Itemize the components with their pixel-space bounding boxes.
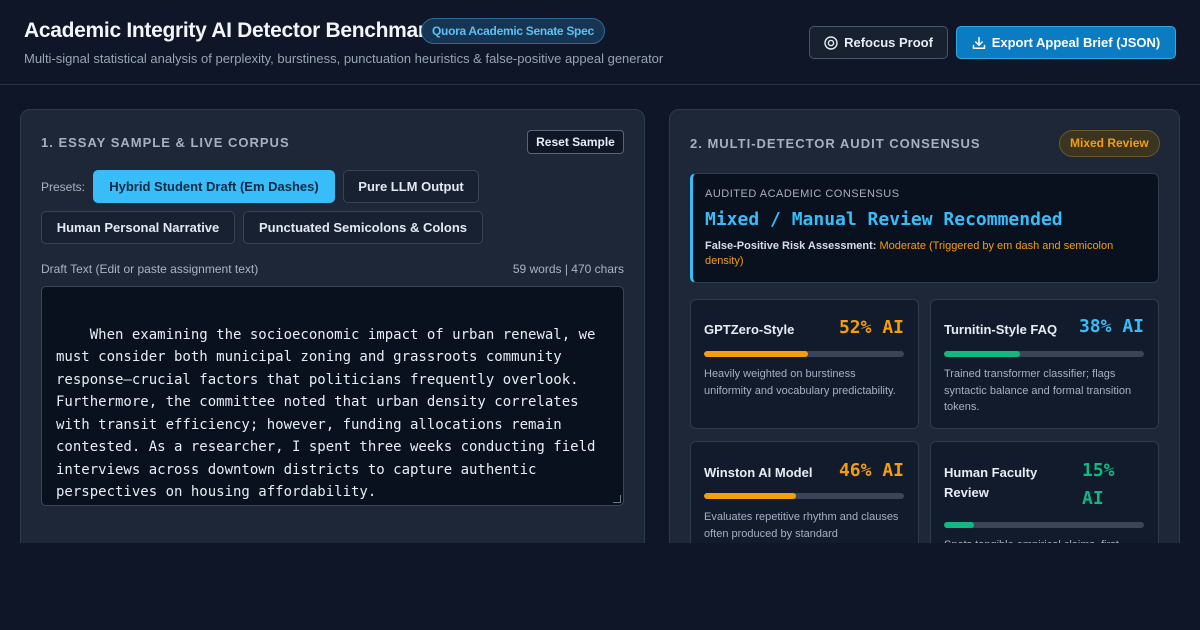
presets-label: Presets:	[41, 180, 86, 194]
export-appeal-brief-button[interactable]: Export Appeal Brief (JSON)	[956, 26, 1176, 59]
detector-score-bar	[944, 351, 1144, 357]
detector-score-fill	[704, 493, 796, 499]
detector-score: 52% AI	[838, 317, 904, 338]
detector-score-fill	[944, 351, 1020, 357]
detector-name: Turnitin-Style FAQ	[944, 322, 1058, 337]
detector-card-gptzero: GPTZero-Style 52% AI Heavily weighted on…	[690, 299, 919, 429]
refocus-proof-button[interactable]: Refocus Proof	[809, 26, 948, 59]
preset-punctuated-semicolons-colons[interactable]: Punctuated Semicolons & Colons	[243, 211, 483, 244]
draft-text-area[interactable]: When examining the socioeconomic impact …	[41, 286, 624, 506]
export-appeal-brief-label: Export Appeal Brief (JSON)	[991, 35, 1161, 50]
preset-pure-llm-output[interactable]: Pure LLM Output	[343, 170, 479, 203]
detector-name: GPTZero-Style	[704, 322, 795, 337]
detector-score: 46% AI	[838, 460, 904, 481]
detector-score: 15% AI	[1082, 460, 1115, 509]
reset-sample-button[interactable]: Reset Sample	[527, 130, 624, 154]
page-title: Academic Integrity AI Detector Benchmark	[24, 19, 438, 42]
detector-score-bar	[704, 351, 904, 357]
page-subtitle: Multi-signal statistical analysis of per…	[24, 51, 664, 66]
spec-badge: Quora Academic Senate Spec	[421, 18, 605, 44]
resize-handle-icon[interactable]	[613, 495, 621, 503]
consensus-verdict: Mixed / Manual Review Recommended	[705, 209, 1063, 230]
app-header: Academic Integrity AI Detector Benchmark…	[0, 0, 1200, 85]
detector-score: 38% AI	[1078, 316, 1144, 337]
essay-panel-heading: 1. ESSAY SAMPLE & LIVE CORPUS	[41, 135, 290, 150]
detector-score-fill	[944, 522, 974, 528]
essay-sample-panel: 1. ESSAY SAMPLE & LIVE CORPUS Reset Samp…	[20, 109, 645, 554]
detector-description: Evaluates repetitive rhythm and clauses …	[704, 511, 899, 540]
status-badge: Mixed Review	[1059, 130, 1160, 157]
refocus-proof-label: Refocus Proof	[844, 35, 933, 50]
consensus-label: AUDITED ACADEMIC CONSENSUS	[705, 188, 900, 200]
detector-card-turnitin: Turnitin-Style FAQ 38% AI Trained transf…	[930, 299, 1159, 429]
detector-name: Winston AI Model	[704, 465, 813, 480]
audit-consensus-panel: 2. MULTI-DETECTOR AUDIT CONSENSUS Mixed …	[669, 109, 1180, 581]
download-icon	[972, 36, 985, 49]
detector-description: Trained transformer classifier; flags sy…	[944, 368, 1132, 413]
risk-label: False-Positive Risk Assessment:	[705, 240, 877, 252]
detector-score-bar	[944, 522, 1144, 528]
consensus-card: AUDITED ACADEMIC CONSENSUS Mixed / Manua…	[690, 173, 1159, 283]
page-background	[0, 543, 1200, 630]
target-icon	[824, 35, 838, 50]
detector-name: Human Faculty Review	[944, 465, 1038, 500]
detector-score-fill	[704, 351, 808, 357]
false-positive-risk: False-Positive Risk Assessment: Moderate…	[705, 239, 1145, 269]
preset-hybrid-student-draft[interactable]: Hybrid Student Draft (Em Dashes)	[93, 170, 335, 203]
detector-description: Heavily weighted on burstiness uniformit…	[704, 368, 896, 397]
audit-panel-heading: 2. MULTI-DETECTOR AUDIT CONSENSUS	[690, 136, 981, 151]
preset-human-personal-narrative[interactable]: Human Personal Narrative	[41, 211, 235, 244]
draft-text-label: Draft Text (Edit or paste assignment tex…	[41, 262, 259, 276]
detector-score-bar	[704, 493, 904, 499]
draft-text-content: When examining the socioeconomic impact …	[56, 326, 604, 501]
word-char-count: 59 words | 470 chars	[512, 262, 624, 276]
